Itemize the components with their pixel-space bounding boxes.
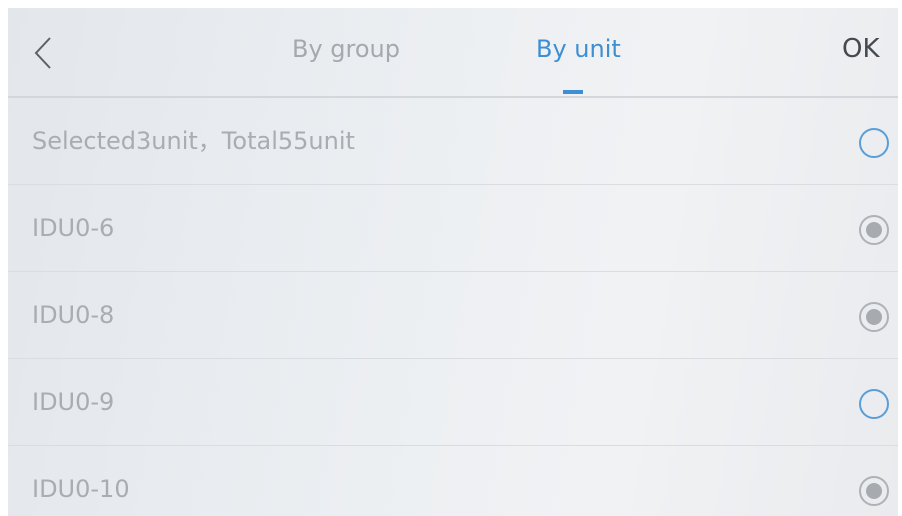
unit-radio-selected[interactable] xyxy=(859,476,889,506)
list-item[interactable]: IDU0-6 xyxy=(8,185,898,272)
unit-radio-selected[interactable] xyxy=(859,215,889,245)
unit-radio-selected[interactable] xyxy=(859,302,889,332)
selection-summary: Selected3unit，Total55unit xyxy=(32,127,355,155)
top-bar: By group By unit OK xyxy=(8,8,898,98)
list-item[interactable]: IDU0-10 xyxy=(8,446,898,516)
tab-by-group[interactable]: By group xyxy=(292,32,400,92)
ok-button[interactable]: OK xyxy=(842,32,880,66)
unit-selection-screen: By group By unit OK Selected3unit，Total5… xyxy=(8,8,898,516)
back-button[interactable] xyxy=(8,26,78,80)
list-item[interactable]: IDU0-9 xyxy=(8,359,898,446)
chevron-left-icon xyxy=(34,37,51,69)
unit-label: IDU0-10 xyxy=(32,475,130,503)
unit-label: IDU0-6 xyxy=(32,214,115,242)
select-all-row[interactable]: Selected3unit，Total55unit xyxy=(8,98,898,185)
select-all-radio[interactable] xyxy=(859,128,889,158)
unit-radio-unselected[interactable] xyxy=(859,389,889,419)
unit-label: IDU0-8 xyxy=(32,301,115,329)
active-tab-indicator xyxy=(563,90,583,94)
list-item[interactable]: IDU0-8 xyxy=(8,272,898,359)
tab-by-unit[interactable]: By unit xyxy=(536,32,621,92)
unit-label: IDU0-9 xyxy=(32,388,115,416)
